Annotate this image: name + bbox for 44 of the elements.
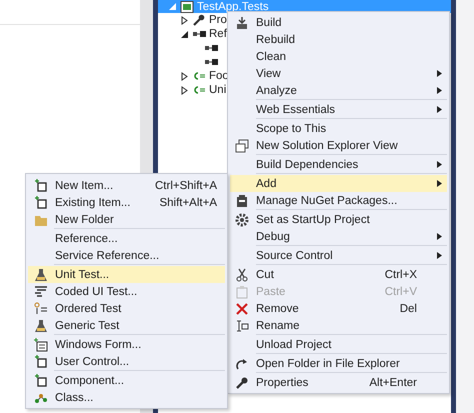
shortcut-label: Shift+Alt+A (158, 196, 217, 208)
menu-item-label: Add (255, 178, 278, 190)
menu-item-label: Paste (255, 286, 286, 298)
menu-item-label: Unload Project (255, 338, 332, 350)
menu-item-label: Debug (255, 230, 291, 242)
menu-item-label: Unit Test... (54, 268, 110, 280)
shortcut-label: Ctrl+V (384, 286, 418, 298)
menu-item-label: Coded UI Test... (54, 286, 138, 298)
menu-item-label: New Item... (54, 180, 114, 192)
menu-item-label: Build (255, 16, 283, 28)
menu-item-label: Source Control (255, 250, 334, 262)
menu-item-label: Remove (255, 302, 300, 314)
menu-item-label: Rebuild (255, 34, 296, 46)
menu-item-label: Ordered Test (54, 302, 122, 314)
menu-item-label: Generic Test (54, 320, 120, 332)
menu-item-label: Existing Item... (54, 196, 132, 208)
menu-item-label: Set as StartUp Project (255, 214, 371, 226)
menu-item-label: Analyze (255, 84, 298, 96)
menu-item-label: Web Essentials (255, 104, 336, 116)
menu-item-label: Rename (255, 320, 300, 332)
menu-item-label: User Control... (54, 356, 130, 368)
tree-item-label: Uni (209, 84, 226, 96)
menu-item-label: Component... (54, 374, 126, 386)
tree-item-label: Pro (209, 14, 227, 26)
tree-item-label: TestApp.Tests (197, 0, 269, 12)
menu-item-label: Reference... (54, 232, 119, 244)
menu-item-label: Windows Form... (54, 338, 142, 350)
menu-item-label: New Folder (54, 214, 115, 226)
shortcut-label: Alt+Enter (368, 376, 418, 388)
menu-item-label: Properties (255, 376, 310, 388)
menu-item-label: Manage NuGet Packages... (255, 194, 398, 206)
menu-item-label: New Solution Explorer View (255, 140, 399, 152)
menu-item-label: View (255, 68, 282, 80)
shortcut-label: Ctrl+Shift+A (154, 180, 217, 192)
tree-item-label: Ref (209, 28, 227, 40)
menu-item-label: Open Folder in File Explorer (255, 358, 401, 370)
menu-item-label: Clean (255, 50, 288, 62)
shortcut-label: Ctrl+X (384, 268, 418, 280)
menu-item-label: Cut (255, 268, 275, 280)
menu-item-label: Service Reference... (54, 250, 160, 262)
menu-item-label: Class... (54, 392, 94, 404)
menu-item-label: Scope to This (255, 122, 328, 134)
shortcut-label: Del (398, 302, 418, 314)
menu-item-label: Build Dependencies (255, 158, 360, 170)
